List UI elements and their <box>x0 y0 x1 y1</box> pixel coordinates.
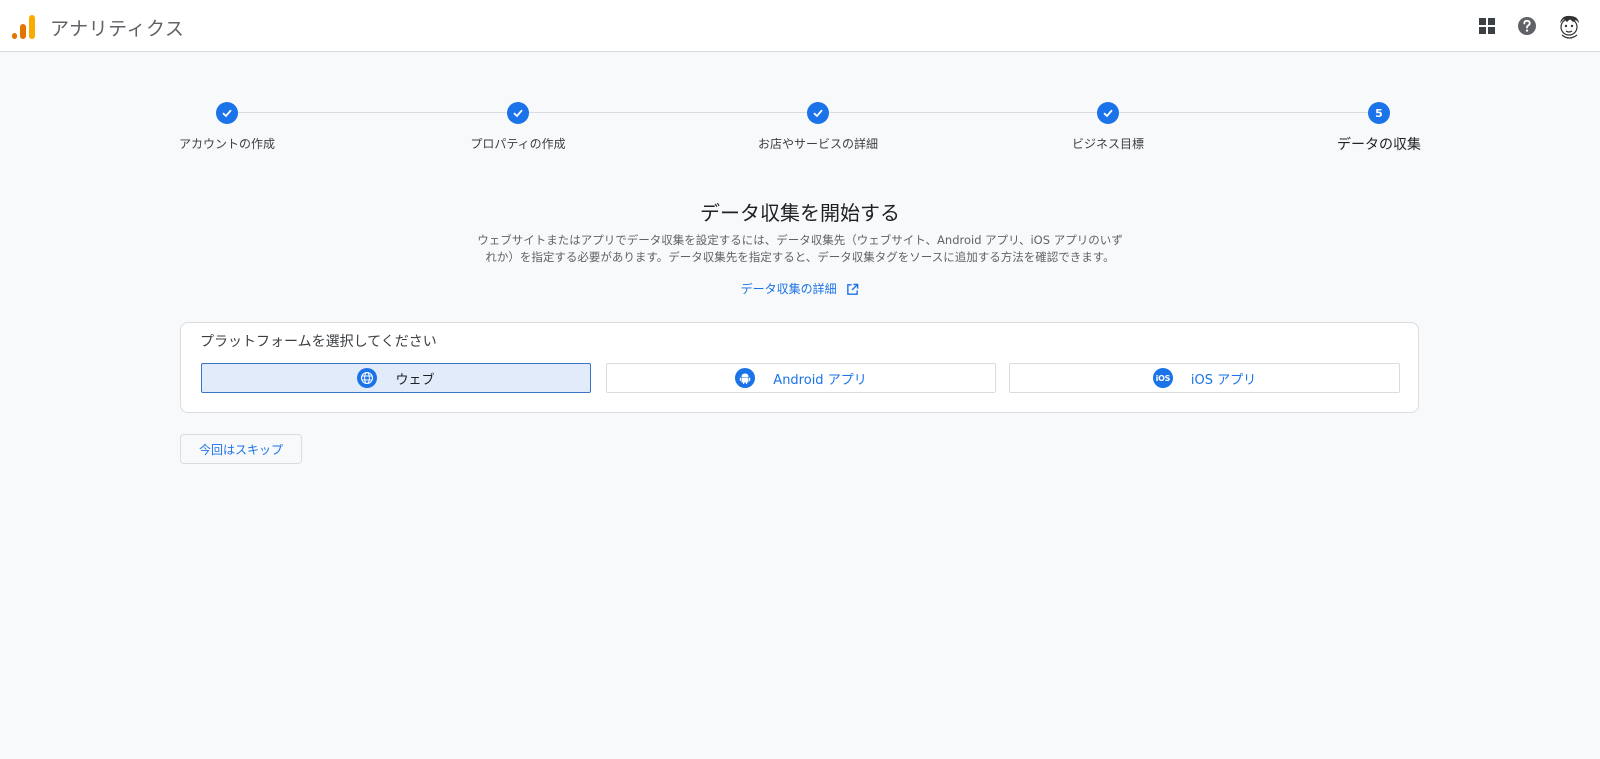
skip-button[interactable]: 今回はスキップ <box>180 434 302 464</box>
ios-icon: iOS <box>1152 368 1173 388</box>
platform-ios-label: iOS アプリ <box>1190 372 1257 388</box>
description-line: ウェブサイトまたはアプリでデータ収集を設定するには、データ収集先（ウェブサイト、… <box>477 233 1123 247</box>
step-label-data-collection: データの収集 <box>1337 137 1421 153</box>
globe-icon <box>357 368 378 388</box>
step-4-check-icon <box>1097 102 1119 124</box>
description-line: れか）を指定する必要があります。データ収集先を指定すると、データ収集タグをソース… <box>485 250 1115 264</box>
step-connector <box>1118 112 1368 113</box>
step-label-property: プロパティの作成 <box>470 137 566 151</box>
step-1-check-icon <box>216 102 238 124</box>
step-label-business-goals: ビジネス目標 <box>1071 137 1145 151</box>
platform-ios-button[interactable]: iOS iOS アプリ <box>1009 363 1400 393</box>
step-label-account: アカウントの作成 <box>178 137 276 151</box>
platform-web-button[interactable]: ウェブ <box>201 363 591 393</box>
step-connector <box>828 112 1098 113</box>
setup-stepper: 5 アカウントの作成 プロパティの作成 お店やサービスの詳細 ビジネス目標 デー… <box>0 0 1600 160</box>
step-connector <box>238 112 508 113</box>
android-icon <box>735 368 756 388</box>
step-5-number-badge: 5 <box>1368 102 1390 124</box>
learn-more-label[interactable]: データ収集の詳細 <box>741 282 837 296</box>
platform-android-label: Android アプリ <box>773 372 867 388</box>
platform-web-label: ウェブ <box>395 372 435 388</box>
learn-more-link[interactable]: データ収集の詳細 <box>0 280 1600 297</box>
page-description: ウェブサイトまたはアプリでデータ収集を設定するには、データ収集先（ウェブサイト、… <box>462 232 1138 266</box>
step-3-check-icon <box>807 102 829 124</box>
ios-icon-text: iOS <box>1155 373 1171 383</box>
step-2-check-icon <box>507 102 529 124</box>
platform-android-button[interactable]: Android アプリ <box>606 363 996 393</box>
page-title: データ収集を開始する <box>700 201 900 225</box>
platform-selection-card: プラットフォームを選択してください ウェブ Android アプリ iOS iO… <box>180 322 1419 413</box>
open-in-new-icon <box>847 283 859 295</box>
step-label-business-details: お店やサービスの詳細 <box>757 137 879 151</box>
step-connector <box>528 112 808 113</box>
platform-card-title: プラットフォームを選択してください <box>200 334 437 350</box>
